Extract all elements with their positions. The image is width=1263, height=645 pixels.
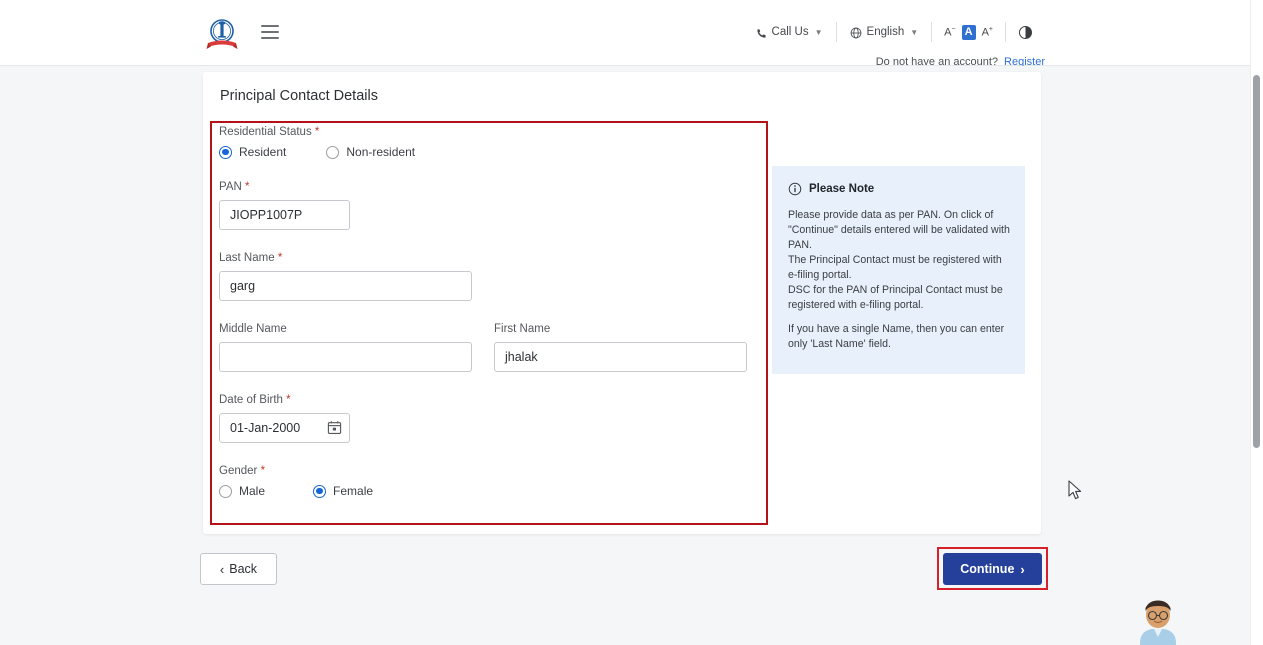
gender-label: Gender * [219, 465, 764, 477]
note-paragraph-2: If you have a single Name, then you can … [788, 322, 1010, 352]
continue-button[interactable]: Continue › [943, 553, 1042, 585]
name-row: Middle Name First Name jhalak [219, 323, 764, 372]
left-gutter [0, 132, 203, 645]
hamburger-menu-icon[interactable] [261, 25, 279, 39]
pan-label: PAN * [219, 181, 764, 193]
back-button[interactable]: ‹ Back [200, 553, 277, 585]
residential-status-radio-group: Resident Non-resident [219, 145, 764, 159]
date-of-birth-field: Date of Birth * 01-Jan-2000 [219, 394, 764, 443]
radio-indicator [326, 146, 339, 159]
chevron-down-icon: ▼ [815, 28, 823, 37]
radio-label: Resident [239, 145, 286, 159]
radio-option-female[interactable]: Female [313, 484, 373, 498]
header-utility-bar: Call Us ▼ English ▼ A− A A+ [743, 22, 1045, 42]
last-name-field: Last Name * garg [219, 252, 764, 301]
note-header: Please Note [788, 182, 1010, 196]
middle-name-label: Middle Name [219, 323, 472, 335]
font-size-increase-button[interactable]: A+ [982, 26, 993, 39]
please-note-panel: Please Note Please provide data as per P… [772, 166, 1025, 374]
font-size-controls: A− A A+ [932, 25, 1005, 40]
radio-label: Non-resident [346, 145, 415, 159]
continue-chevron-icon: › [1020, 562, 1024, 577]
phone-icon [756, 28, 767, 39]
page-body: Principal Contact Details Residential St… [0, 66, 1250, 645]
middle-name-input[interactable] [219, 342, 472, 372]
contact-form: Residential Status * Resident Non-reside… [219, 126, 764, 498]
first-name-field: First Name jhalak [494, 323, 747, 372]
chevron-down-icon: ▼ [910, 28, 918, 37]
date-of-birth-wrapper: 01-Jan-2000 [219, 413, 350, 443]
back-label: Back [229, 562, 257, 576]
mouse-cursor [1068, 480, 1084, 502]
residential-status-field: Residential Status * Resident Non-reside… [219, 126, 764, 159]
gender-radio-group: Male Female [219, 484, 764, 498]
income-tax-department-emblem-icon[interactable] [206, 17, 238, 53]
page-scrollbar-track[interactable] [1250, 0, 1263, 645]
font-size-normal-button[interactable]: A [962, 25, 976, 40]
contrast-toggle[interactable] [1006, 26, 1045, 39]
contrast-icon [1019, 26, 1032, 39]
info-icon [788, 182, 802, 196]
chatbot-avatar-icon [1130, 599, 1186, 645]
radio-indicator [219, 485, 232, 498]
residential-status-label: Residential Status * [219, 126, 764, 138]
radio-label: Male [239, 484, 265, 498]
gender-field: Gender * Male Female [219, 465, 764, 498]
language-label: English [867, 26, 905, 38]
call-us-label: Call Us [772, 26, 809, 38]
note-title: Please Note [809, 183, 874, 195]
page-title: Principal Contact Details [220, 88, 378, 104]
calendar-icon[interactable] [327, 420, 342, 435]
first-name-label: First Name [494, 323, 747, 335]
radio-option-resident[interactable]: Resident [219, 145, 286, 159]
continue-label: Continue [960, 562, 1014, 576]
globe-icon [850, 27, 862, 39]
date-of-birth-label: Date of Birth * [219, 394, 764, 406]
site-header: Call Us ▼ English ▼ A− A A+ Do not have … [0, 0, 1250, 66]
radio-indicator [219, 146, 232, 159]
note-paragraph-1: Please provide data as per PAN. On click… [788, 208, 1010, 313]
language-selector[interactable]: English ▼ [837, 26, 932, 38]
radio-indicator [313, 485, 326, 498]
last-name-label: Last Name * [219, 252, 764, 264]
page-scrollbar-thumb[interactable] [1253, 75, 1260, 448]
pan-input[interactable]: JIOPP1007P [219, 200, 350, 230]
middle-name-field: Middle Name [219, 323, 472, 372]
back-chevron-icon: ‹ [220, 562, 224, 577]
radio-option-non-resident[interactable]: Non-resident [326, 145, 415, 159]
principal-contact-card: Principal Contact Details Residential St… [203, 72, 1041, 534]
call-us-button[interactable]: Call Us ▼ [743, 26, 836, 38]
pan-field: PAN * JIOPP1007P [219, 181, 764, 230]
first-name-input[interactable]: jhalak [494, 342, 747, 372]
radio-option-male[interactable]: Male [219, 484, 265, 498]
font-size-decrease-button[interactable]: A− [944, 26, 955, 39]
radio-label: Female [333, 484, 373, 498]
last-name-input[interactable]: garg [219, 271, 472, 301]
chatbot-widget[interactable]: Chatbot [1130, 599, 1255, 645]
